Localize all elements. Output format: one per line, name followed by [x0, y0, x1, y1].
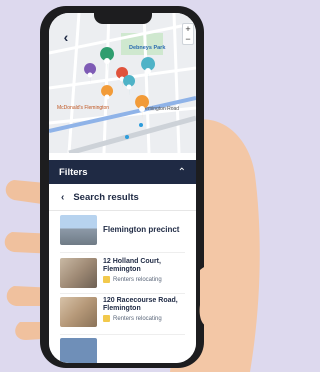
result-thumbnail: [60, 338, 97, 363]
result-tag-label: Renters relocating: [113, 276, 162, 283]
result-item[interactable]: 12 Holland Court, Flemington Renters rel…: [60, 258, 190, 288]
chevron-up-icon[interactable]: ⌃: [178, 167, 186, 178]
divider: [60, 252, 185, 253]
back-arrow-icon[interactable]: ‹: [61, 192, 64, 203]
result-title: Flemington precinct: [103, 225, 180, 234]
result-item[interactable]: 120 Racecourse Road, Flemington Renters …: [60, 297, 190, 327]
map-pin-icon: [84, 63, 97, 85]
map-pin-icon: [100, 47, 115, 73]
map-pin-icon: [101, 85, 114, 107]
result-tag: Renters relocating: [103, 276, 190, 283]
filters-label: Filters: [59, 166, 88, 178]
map-view[interactable]: ‹ + − Debneys Park McDonald's Flemington…: [49, 13, 196, 153]
divider: [60, 293, 185, 294]
result-thumbnail: [60, 215, 97, 245]
map-pin-icon: [141, 57, 156, 83]
phone-screen: ‹ + − Debneys Park McDonald's Flemington…: [49, 13, 196, 363]
result-title: 12 Holland Court, Flemington: [103, 258, 161, 273]
result-thumbnail: [60, 297, 97, 327]
filters-bar[interactable]: Filters ⌃: [49, 160, 196, 184]
result-tag-label: Renters relocating: [113, 315, 162, 322]
results-panel: ‹ Search results Flemington precinct 12 …: [49, 184, 196, 363]
results-title: Search results: [73, 191, 139, 203]
phone-notch: [93, 13, 152, 24]
result-item[interactable]: Flemington precinct: [60, 215, 190, 245]
result-item[interactable]: [60, 338, 190, 363]
result-thumbnail: [60, 258, 97, 288]
map-pin-icon: [135, 95, 150, 121]
renters-tag-icon: [103, 315, 110, 322]
renters-tag-icon: [103, 276, 110, 283]
result-tag: Renters relocating: [103, 315, 190, 322]
result-title: 120 Racecourse Road, Flemington: [103, 297, 178, 312]
map-pin-icon: [123, 75, 136, 97]
results-header: ‹ Search results: [49, 184, 196, 211]
map-pins: [84, 47, 156, 139]
divider: [60, 334, 185, 335]
